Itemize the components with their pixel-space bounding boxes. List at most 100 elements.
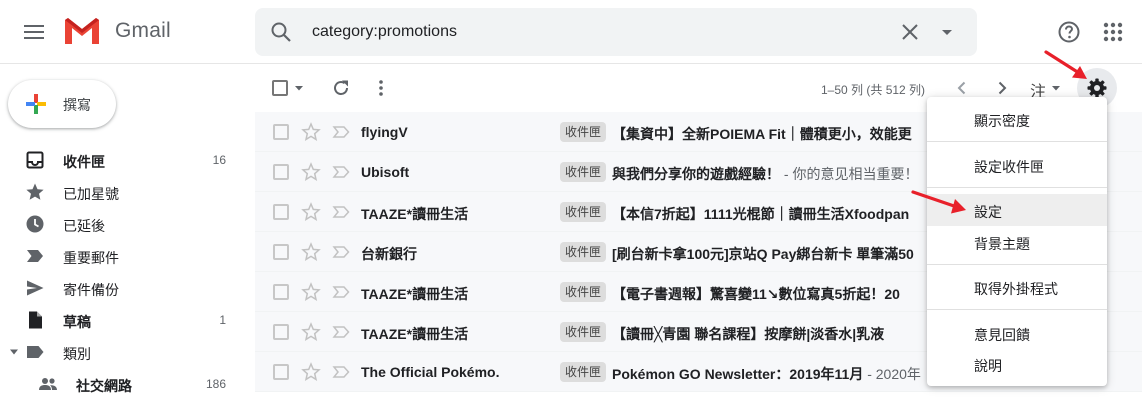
email-checkbox[interactable] <box>273 364 289 380</box>
sidebar-item-drafts[interactable]: 草稿 1 <box>0 304 240 336</box>
menu-divider <box>927 141 1107 142</box>
search-icon[interactable] <box>269 20 293 44</box>
important-outline-icon[interactable] <box>331 162 351 182</box>
star-outline-icon[interactable] <box>301 322 321 342</box>
menu-item-label: 取得外掛程式 <box>974 281 1058 297</box>
annotation-arrow-to-settings-icon <box>911 190 966 214</box>
star-outline-icon[interactable] <box>301 202 321 222</box>
refresh-icon[interactable] <box>331 78 351 98</box>
inbox-label-chip: 收件匣 <box>560 322 607 342</box>
search-bar[interactable] <box>255 8 977 56</box>
sidebar-item-categories[interactable]: 類別 <box>0 336 240 368</box>
send-icon <box>27 280 44 296</box>
expand-caret-icon[interactable] <box>10 348 18 356</box>
email-sender: flyingV <box>361 124 408 140</box>
apps-grid-icon[interactable] <box>1101 20 1125 44</box>
star-icon <box>26 183 44 200</box>
email-subject: 【本信7折起】1111光棍節｜讀冊生活Xfoodpan <box>612 206 910 222</box>
email-subject: 【讀冊╳青園 聯名課程】按摩餅|淡香水|乳液 <box>612 326 885 342</box>
sidebar-item-starred[interactable]: 已加星號 <box>0 176 240 208</box>
hamburger-icon <box>24 25 44 39</box>
important-outline-icon[interactable] <box>331 122 351 142</box>
help-icon[interactable] <box>1057 20 1081 44</box>
star-outline-icon[interactable] <box>301 242 321 262</box>
email-subject-line: 【讀冊╳青園 聯名課程】按摩餅|淡香水|乳液 <box>612 324 932 344</box>
app-name: Gmail <box>115 19 171 42</box>
menu-item-configure-inbox[interactable]: 設定收件匣 <box>927 149 1107 181</box>
email-sender: TAAZE*讀冊生活 <box>361 206 469 222</box>
email-checkbox[interactable] <box>273 204 289 220</box>
sidebar-item-label: 已延後 <box>63 218 105 234</box>
email-subject: 【集資中】全新POIEMA Fit｜體積更小，效能更 <box>612 126 912 142</box>
chevron-right-icon[interactable] <box>992 78 1012 98</box>
sidebar-item-sent[interactable]: 寄件備份 <box>0 272 240 304</box>
inbox-label-chip: 收件匣 <box>560 162 607 182</box>
sidebar-item-social[interactable]: 社交網路 186 <box>0 368 240 400</box>
star-outline-icon[interactable] <box>301 122 321 142</box>
email-checkbox[interactable] <box>273 244 289 260</box>
star-outline-icon[interactable] <box>301 282 321 302</box>
email-subject: 【電子書週報】驚喜變11↘數位寫真5折起！20 <box>612 286 900 302</box>
gmail-logo[interactable]: Gmail <box>63 16 171 46</box>
menu-item-label: 背景主題 <box>974 236 1030 252</box>
menu-item-themes[interactable]: 背景主題 <box>927 226 1107 258</box>
email-checkbox[interactable] <box>273 324 289 340</box>
inbox-label-chip: 收件匣 <box>560 122 607 142</box>
more-vert-icon[interactable] <box>371 78 391 98</box>
menu-item-display-density[interactable]: 顯示密度 <box>927 103 1107 135</box>
sidebar-item-snoozed[interactable]: 已延後 <box>0 208 240 240</box>
menu-item-label: 設定收件匣 <box>974 159 1044 175</box>
email-sender: 台新銀行 <box>361 246 417 262</box>
important-outline-icon[interactable] <box>331 282 351 302</box>
email-checkbox[interactable] <box>273 124 289 140</box>
star-outline-icon[interactable] <box>301 162 321 182</box>
sidebar-item-label: 寄件備份 <box>63 282 119 298</box>
clear-search-icon[interactable] <box>898 20 922 44</box>
sidebar-item-important[interactable]: 重要郵件 <box>0 240 240 272</box>
sidebar-item-inbox[interactable]: 收件匣 16 <box>0 144 240 176</box>
important-outline-icon[interactable] <box>331 362 351 382</box>
social-count: 186 <box>205 377 226 391</box>
unread-count: 16 <box>212 153 226 167</box>
select-options-caret-icon[interactable] <box>295 84 303 92</box>
menu-item-get-addons[interactable]: 取得外掛程式 <box>927 271 1107 303</box>
clock-icon <box>26 215 44 233</box>
email-sender: Ubisoft <box>361 164 410 180</box>
important-outline-icon[interactable] <box>331 322 351 342</box>
menu-item-label: 說明 <box>974 358 1002 374</box>
menu-item-feedback[interactable]: 意見回饋 <box>927 317 1107 349</box>
email-checkbox[interactable] <box>273 164 289 180</box>
email-checkbox[interactable] <box>273 284 289 300</box>
email-subject: 與我們分享你的遊戲經驗！ <box>612 166 780 182</box>
settings-menu: 顯示密度 設定收件匣 設定 背景主題 取得外掛程式 意見回饋 說明 <box>927 97 1107 386</box>
sidebar-item-label: 已加星號 <box>63 186 119 202</box>
email-subject: Pokémon GO Newsletter：2019年11月 <box>612 366 864 382</box>
menu-item-label: 意見回饋 <box>974 327 1030 343</box>
gmail-m-icon <box>65 18 99 44</box>
main-menu-button[interactable] <box>14 12 54 52</box>
menu-item-help[interactable]: 說明 <box>927 348 1107 380</box>
email-subject-line: [刷台新卡拿100元]京站Q Pay綁台新卡 單筆滿50 <box>612 244 932 264</box>
input-tools-caret-icon[interactable] <box>1052 84 1060 92</box>
inbox-label-chip: 收件匣 <box>560 362 607 382</box>
search-input[interactable] <box>312 20 872 44</box>
email-sender: TAAZE*讀冊生活 <box>361 326 469 342</box>
sidebar-item-label: 收件匣 <box>63 154 105 170</box>
email-subject-line: Pokémon GO Newsletter：2019年11月 - 2020年 <box>612 364 932 384</box>
pagination-range: 1–50 列 (共 512 列) <box>821 83 926 97</box>
important-outline-icon[interactable] <box>331 202 351 222</box>
email-subject-line: 【本信7折起】1111光棍節｜讀冊生活Xfoodpan <box>612 204 932 224</box>
star-outline-icon[interactable] <box>301 362 321 382</box>
select-all-checkbox[interactable] <box>272 80 288 96</box>
chevron-left-icon[interactable] <box>952 78 972 98</box>
search-options-caret-icon[interactable] <box>935 20 959 44</box>
important-outline-icon[interactable] <box>331 242 351 262</box>
inbox-label-chip: 收件匣 <box>560 242 607 262</box>
compose-button[interactable]: 撰寫 <box>8 80 116 128</box>
draft-icon <box>29 311 42 329</box>
email-subject-line: 【集資中】全新POIEMA Fit｜體積更小，效能更 <box>612 124 932 144</box>
sidebar-item-label: 社交網路 <box>76 378 132 394</box>
email-subject-line: 與我們分享你的遊戲經驗！ - 你的意见相当重要！ <box>612 164 932 184</box>
important-icon <box>27 250 43 262</box>
sidebar-item-label: 類別 <box>63 346 91 362</box>
